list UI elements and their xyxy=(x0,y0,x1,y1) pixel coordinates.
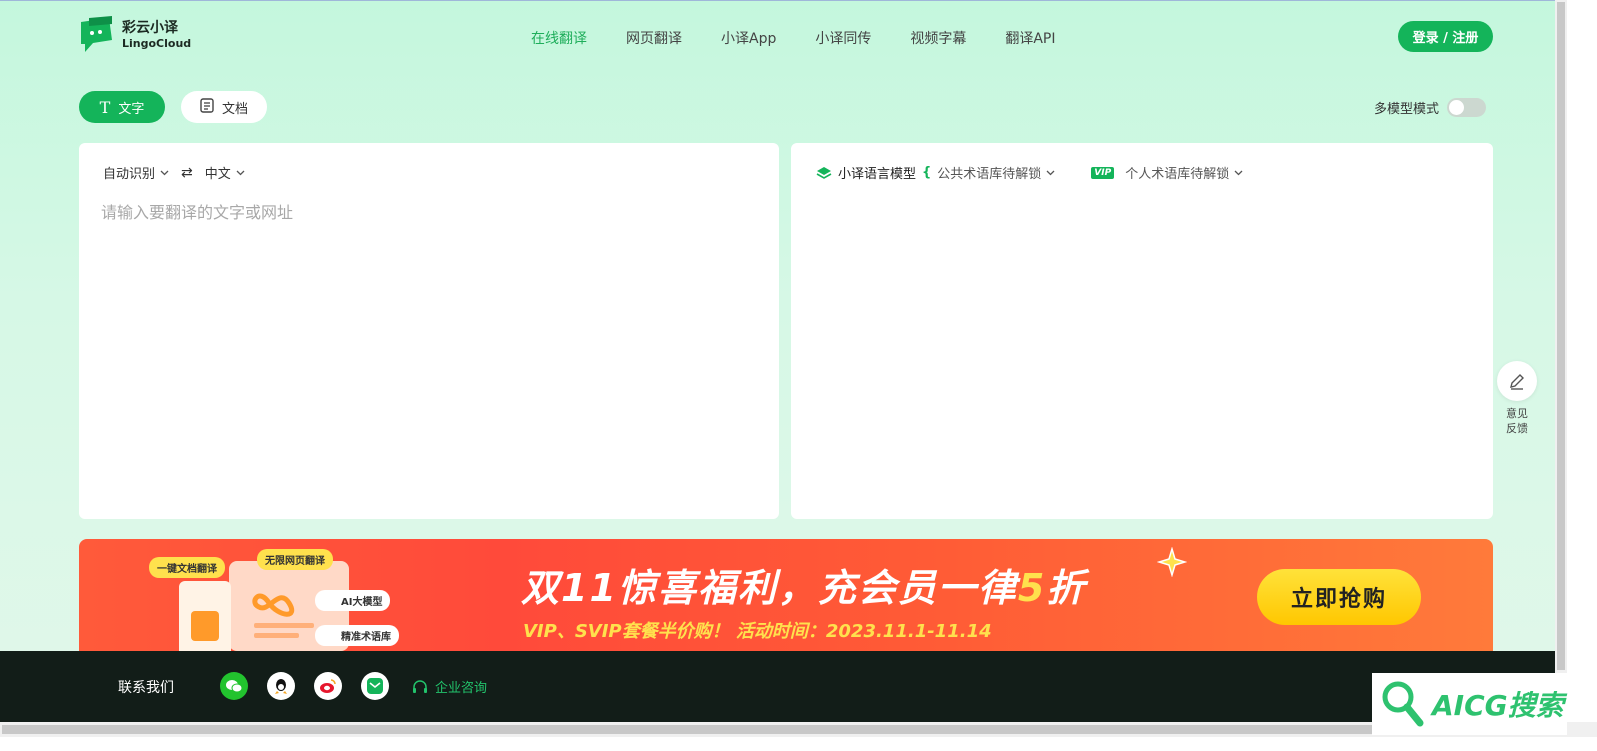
wechat-icon[interactable] xyxy=(220,672,248,700)
window-bottom-edge xyxy=(0,737,1597,751)
nav-interpret[interactable]: 小译同传 xyxy=(815,28,871,48)
source-language-select[interactable]: 自动识别 xyxy=(103,163,169,182)
public-term-select[interactable]: 公共术语库待解锁 xyxy=(937,163,1055,182)
enterprise-consult-link[interactable]: 企业咨询 xyxy=(411,677,487,696)
nav-video-subtitle[interactable]: 视频字幕 xyxy=(910,28,966,48)
weibo-icon[interactable] xyxy=(314,672,342,700)
banner-subtitle: VIP、SVIP套餐半价购！ 活动时间：2023.11.1-11.14 xyxy=(523,621,992,642)
tab-text[interactable]: T 文字 xyxy=(79,91,165,123)
multi-model-label: 多模型模式 xyxy=(1374,102,1440,117)
source-language-label: 自动识别 xyxy=(103,167,156,182)
tab-document[interactable]: 文档 xyxy=(181,91,267,123)
banner-title-highlight: 5 xyxy=(1017,566,1047,610)
tab-document-label: 文档 xyxy=(221,101,248,117)
nav-online-translate[interactable]: 在线翻译 xyxy=(531,28,587,48)
horizontal-scrollbar-thumb[interactable] xyxy=(2,725,1547,734)
vip-badge: VIP xyxy=(1091,166,1115,179)
main-nav: 在线翻译 网页翻译 小译App 小译同传 视频字幕 翻译API xyxy=(531,28,1095,48)
feedback-label-2: 反馈 xyxy=(1506,422,1528,435)
banner-title-pre: 双11惊喜福利，充会员一律 xyxy=(521,566,1018,610)
promo-banner[interactable]: 一键文档翻译 无限网页翻译 AI大模型 精准术语库 双11惊喜福利，充会员一律5… xyxy=(79,539,1493,651)
chevron-down-icon xyxy=(1046,170,1055,175)
feedback-label-1: 意见 xyxy=(1506,407,1528,420)
chevron-down-icon xyxy=(1234,170,1243,175)
logo[interactable]: 彩云小译 LingoCloud xyxy=(79,16,191,54)
logo-icon xyxy=(79,16,114,54)
model-bar: 小译语言模型 { 公共术语库待解锁 VIP 个人术语库待解锁 xyxy=(816,163,1243,182)
qq-icon[interactable] xyxy=(267,672,295,700)
login-register-button[interactable]: 登录 / 注册 xyxy=(1398,21,1493,52)
pill-ai-model: AI大模型 xyxy=(315,590,391,611)
layers-icon xyxy=(816,166,832,179)
buy-now-button[interactable]: 立即抢购 xyxy=(1257,569,1421,625)
brand-name-cn: 彩云小译 xyxy=(122,20,178,36)
headset-icon xyxy=(413,679,427,693)
window-right-edge xyxy=(1567,0,1597,751)
personal-term-select[interactable]: VIP 个人术语库待解锁 xyxy=(1091,163,1243,182)
pill-doc-translate: 一键文档翻译 xyxy=(149,557,225,578)
multi-model-switch: 多模型模式 xyxy=(1374,98,1487,117)
chevron-down-icon xyxy=(160,170,169,175)
pill-web-translate: 无限网页翻译 xyxy=(257,549,333,570)
target-language-select[interactable]: 中文 xyxy=(205,163,245,182)
edit-icon xyxy=(1497,361,1537,401)
source-text-input[interactable] xyxy=(101,199,751,499)
pill-term-base: 精准术语库 xyxy=(315,625,399,646)
text-type-icon: T xyxy=(99,97,111,117)
nav-app[interactable]: 小译App xyxy=(721,28,776,48)
chevron-down-icon xyxy=(236,170,245,175)
target-language-label: 中文 xyxy=(204,167,231,182)
enterprise-consult-label: 企业咨询 xyxy=(435,681,488,696)
vertical-scrollbar-thumb[interactable] xyxy=(1557,2,1565,670)
document-icon xyxy=(200,97,214,117)
tab-text-label: 文字 xyxy=(118,101,145,117)
public-term-label: 公共术语库待解锁 xyxy=(937,167,1042,182)
bracket-icon: { xyxy=(922,165,932,180)
language-bar: 自动识别 ⇄ 中文 xyxy=(103,163,245,182)
sparkle-icon xyxy=(1157,547,1187,577)
banner-title-post: 折 xyxy=(1046,566,1087,610)
feedback-button[interactable]: 意见 反馈 xyxy=(1497,361,1537,436)
footer: 联系我们 企业咨询 xyxy=(0,651,1555,722)
nav-web-translate[interactable]: 网页翻译 xyxy=(626,28,682,48)
magnifier-logo-icon xyxy=(1382,681,1424,727)
window-top-border xyxy=(0,0,1597,1)
result-panel: 小译语言模型 { 公共术语库待解锁 VIP 个人术语库待解锁 xyxy=(791,143,1493,519)
multi-model-toggle[interactable] xyxy=(1447,98,1487,117)
brand-name-en: LingoCloud xyxy=(122,37,192,50)
email-icon[interactable] xyxy=(361,672,389,700)
personal-term-label: 个人术语库待解锁 xyxy=(1125,167,1230,182)
model-name-label[interactable]: 小译语言模型 xyxy=(838,163,916,182)
swap-language-icon[interactable]: ⇄ xyxy=(181,165,193,181)
nav-api[interactable]: 翻译API xyxy=(1005,28,1055,48)
banner-title: 双11惊喜福利，充会员一律5折 xyxy=(521,557,1086,612)
vertical-scrollbar[interactable] xyxy=(1555,0,1567,722)
horizontal-scrollbar[interactable] xyxy=(0,722,1597,737)
watermark: AICG搜索 xyxy=(1372,673,1567,735)
contact-us-label: 联系我们 xyxy=(118,680,174,696)
watermark-text: AICG搜索 xyxy=(1432,689,1564,722)
source-panel: 自动识别 ⇄ 中文 xyxy=(79,143,779,519)
